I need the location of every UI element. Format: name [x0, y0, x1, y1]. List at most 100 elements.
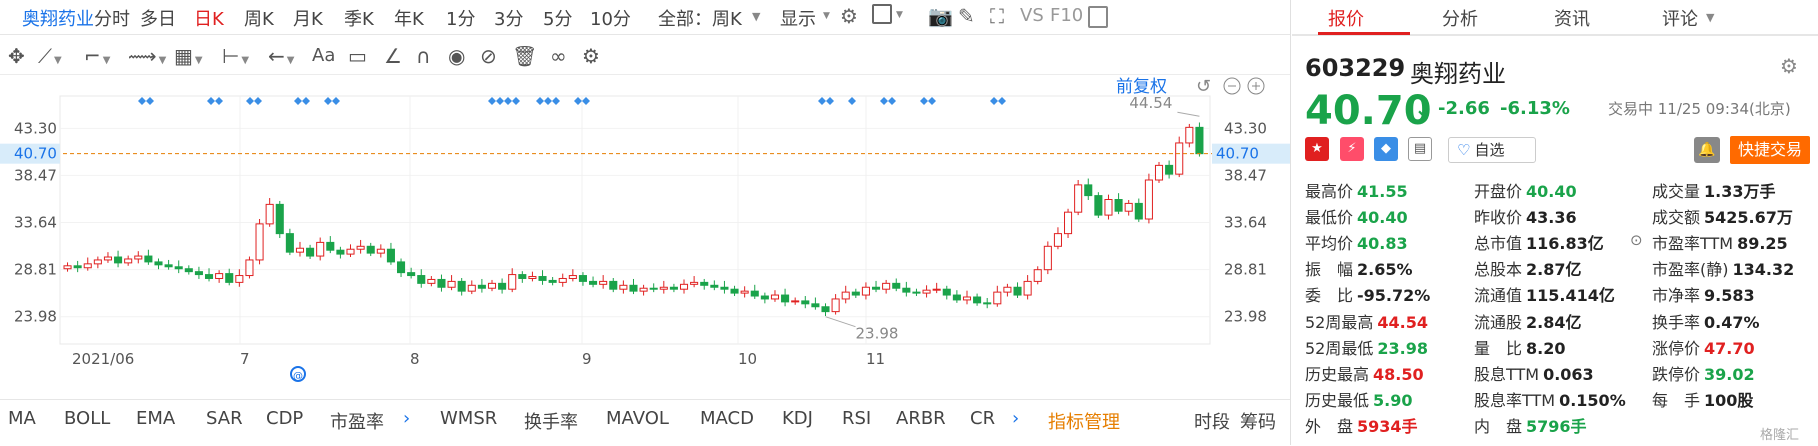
crosshair-move-icon[interactable]: ✥ — [8, 44, 25, 68]
line-tool-icon[interactable]: ⟋ ▼ — [38, 44, 62, 68]
chevron-down-icon[interactable]: ▼ — [752, 10, 760, 23]
quote-value: 115.414亿 — [1526, 286, 1615, 306]
indicator-cr[interactable]: CR — [970, 408, 995, 429]
note-icon[interactable]: ▤ — [1408, 137, 1432, 161]
indicator-wmsr[interactable]: WMSR — [440, 408, 497, 429]
fibonacci-tool-icon[interactable]: ▦ ▼ — [174, 44, 203, 68]
quote-label: 总市值 — [1474, 234, 1523, 254]
period-weekly-k[interactable]: 周K — [244, 5, 274, 31]
trash-icon[interactable]: 🗑 — [512, 44, 537, 68]
time-section-button[interactable]: 时段 — [1194, 408, 1230, 434]
period-yearly-k[interactable]: 年K — [394, 5, 424, 31]
polyline-tool-icon[interactable]: ⌐ ▼ — [84, 44, 110, 68]
chips-button[interactable]: 筹码 — [1240, 408, 1276, 434]
f10-button[interactable]: F10 — [1050, 5, 1083, 26]
arrow-tool-icon[interactable]: ← ▼ — [268, 44, 294, 68]
display-menu[interactable]: 显示 — [780, 5, 816, 31]
chevron-down-icon[interactable]: ▼ — [896, 10, 903, 20]
quote-row: 股息率TTM 0.150% — [1474, 387, 1626, 411]
candle-body — [659, 286, 668, 290]
bell-icon[interactable]: 🔔 — [1694, 137, 1720, 163]
more-info-icon[interactable]: ⊙ — [1630, 231, 1643, 249]
fullscreen-icon[interactable]: ⛶ — [990, 4, 1004, 28]
watchlist-label: 自选 — [1474, 141, 1505, 159]
period-intraday[interactable]: 分时 — [94, 5, 130, 31]
link-icon[interactable]: ∞ — [550, 44, 567, 68]
chevron-right-icon[interactable]: › — [1012, 408, 1019, 429]
candle-body — [134, 255, 143, 260]
chevron-down-icon[interactable]: ▼ — [1706, 11, 1714, 24]
candle-body — [1104, 199, 1113, 216]
quote-label: 量 比 — [1474, 338, 1523, 358]
quick-trade-button[interactable]: 快捷交易 — [1730, 136, 1810, 164]
pencil-icon[interactable]: ✎ — [958, 4, 975, 28]
candle-body — [892, 282, 901, 289]
settings-gear-icon[interactable]: ⚙ — [840, 4, 858, 28]
camera-icon[interactable]: 📷 — [928, 4, 953, 28]
tab-news[interactable]: 资讯 — [1554, 5, 1590, 31]
chevron-right-icon[interactable]: › — [403, 408, 410, 429]
settings-icon[interactable]: ⚙ — [582, 44, 600, 68]
period-all-select[interactable]: 全部：周K — [658, 5, 742, 31]
text-tool-icon[interactable]: Aa — [312, 45, 335, 66]
tab-analysis[interactable]: 分析 — [1442, 5, 1478, 31]
period-10min[interactable]: 10分 — [590, 5, 631, 31]
indicator-mavol[interactable]: MAVOL — [606, 408, 669, 429]
indicator-arbr[interactable]: ARBR — [896, 408, 946, 429]
range-tool-icon[interactable]: ⊢ ▼ — [222, 44, 249, 68]
add-watchlist-button[interactable]: ♡ 自选 — [1448, 137, 1536, 163]
vs-compare-button[interactable]: VS — [1020, 5, 1044, 26]
angle-tool-icon[interactable]: ∠ — [384, 44, 402, 68]
panel-toggle-icon[interactable] — [1088, 6, 1108, 28]
candle-body — [669, 286, 678, 290]
indicator-rsi[interactable]: RSI — [842, 408, 871, 429]
period-3min[interactable]: 3分 — [494, 5, 523, 31]
candle-body — [124, 258, 133, 264]
quote-row: 委 比 -95.72% — [1305, 282, 1430, 306]
quote-label: 历史最高 — [1305, 364, 1370, 384]
tab-comments[interactable]: 评论 — [1662, 5, 1698, 31]
indicator-sar[interactable]: SAR — [206, 408, 243, 429]
indicator-macd[interactable]: MACD — [700, 408, 754, 429]
indicator-boll[interactable]: BOLL — [64, 408, 110, 429]
wave-tool-icon[interactable]: ⟿ ▼ — [128, 44, 166, 68]
candle-body — [184, 268, 193, 273]
tab-quote[interactable]: 报价 — [1328, 5, 1364, 31]
indicator-ema[interactable]: EMA — [136, 408, 175, 429]
indicator-cdp[interactable]: CDP — [266, 408, 303, 429]
period-daily-k[interactable]: 日K — [194, 5, 224, 31]
chevron-down-icon[interactable]: ▼ — [823, 11, 830, 21]
event-diamond-icon — [332, 97, 340, 105]
hide-icon[interactable]: ⊘ — [480, 44, 497, 68]
candle-body — [770, 294, 780, 300]
y-tick-label-left: 33.64 — [14, 214, 57, 232]
stock-name-tab[interactable]: 奥翔药业 — [22, 5, 94, 31]
quote-row: 股息TTM 0.063 — [1474, 361, 1594, 385]
quote-label: 每 手 — [1652, 390, 1701, 410]
frame-icon[interactable] — [872, 4, 892, 24]
period-multiday[interactable]: 多日 — [140, 5, 176, 31]
tag-icon[interactable]: ◆ — [1374, 137, 1398, 161]
kline-chart[interactable]: 43.30 43.30 38.47 38.47 33.64 33.64 28.81 28.81… — [0, 74, 1290, 384]
period-quarterly-k[interactable]: 季K — [344, 5, 374, 31]
quote-value: 8.20 — [1526, 338, 1566, 358]
eye-icon[interactable]: ◉ — [448, 44, 465, 68]
indicator-ma[interactable]: MA — [8, 408, 36, 429]
stock-name: 奥翔药业 — [1410, 60, 1506, 88]
indicator-manage-button[interactable]: 指标管理 — [1048, 408, 1120, 434]
gear-icon[interactable]: ⚙ — [1780, 54, 1798, 78]
period-monthly-k[interactable]: 月K — [293, 5, 323, 31]
period-1min[interactable]: 1分 — [446, 5, 475, 31]
indicator-turnover[interactable]: 换手率 — [524, 408, 578, 434]
period-5min[interactable]: 5分 — [543, 5, 572, 31]
margin-icon[interactable]: ⚡ — [1340, 137, 1364, 161]
indicator-kdj[interactable]: KDJ — [782, 408, 813, 429]
magnet-icon[interactable]: ∩ — [416, 44, 431, 68]
candle-body — [204, 274, 214, 279]
watermark: 格隆汇 — [1760, 428, 1800, 443]
quote-value: 134.32 — [1732, 260, 1795, 280]
quote-row: 振 幅 2.65% — [1305, 256, 1413, 280]
indicator-pe[interactable]: 市盈率 — [330, 408, 384, 434]
comment-tool-icon[interactable]: ▭ — [348, 44, 367, 68]
event-diamond-icon — [888, 97, 896, 105]
